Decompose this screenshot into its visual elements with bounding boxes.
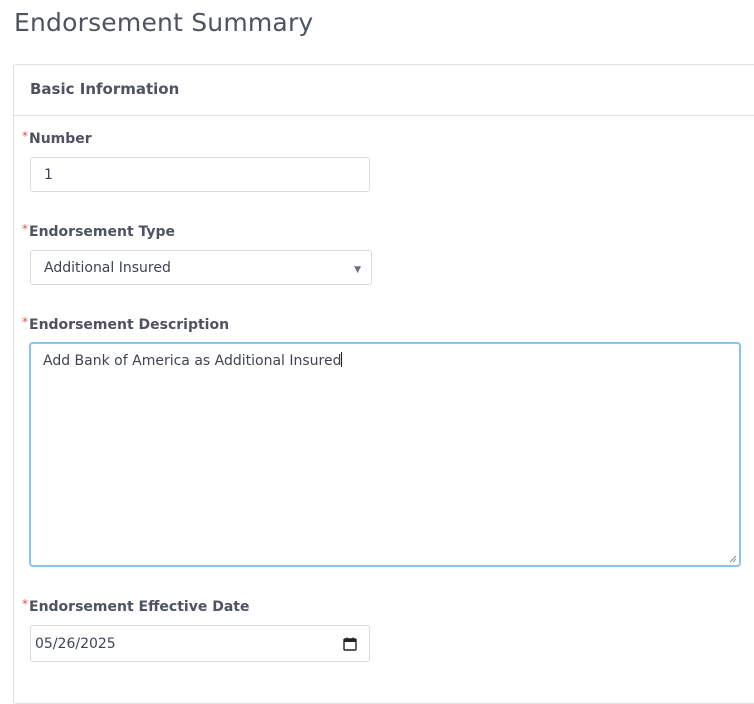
effective-date-label: *Endorsement Effective Date [22,597,250,615]
endorsement-description-label: *Endorsement Description [22,315,230,333]
effective-date-label-text: Endorsement Effective Date [29,599,250,615]
required-marker: * [22,315,28,329]
endorsement-type-select[interactable]: Additional Insured ▼ [30,250,372,285]
endorsement-description-label-text: Endorsement Description [29,317,230,333]
panel-header: Basic Information [14,65,754,116]
effective-date-input[interactable]: 05/26/2025 [30,625,370,662]
required-marker: * [22,222,28,236]
basic-information-panel: Basic Information *Number 1 *Endorsement… [13,64,754,704]
page-title: Endorsement Summary [14,8,314,37]
text-cursor [341,352,343,367]
number-label: *Number [22,129,92,147]
number-input-value: 1 [44,166,53,183]
number-input[interactable]: 1 [30,157,370,192]
endorsement-description-value: Add Bank of America as Additional Insure… [43,353,342,369]
endorsement-type-label-text: Endorsement Type [29,224,176,240]
chevron-down-icon: ▼ [354,264,361,275]
endorsement-type-label: *Endorsement Type [22,222,176,240]
endorsement-description-textarea[interactable]: Add Bank of America as Additional Insure… [29,342,741,567]
required-marker: * [22,129,28,143]
endorsement-type-value: Additional Insured [44,259,171,276]
effective-date-value: 05/26/2025 [35,635,116,652]
number-label-text: Number [29,131,92,147]
resize-handle-icon[interactable] [729,555,737,563]
required-marker: * [22,597,28,611]
calendar-icon[interactable] [343,637,357,651]
panel-title: Basic Information [30,80,180,98]
